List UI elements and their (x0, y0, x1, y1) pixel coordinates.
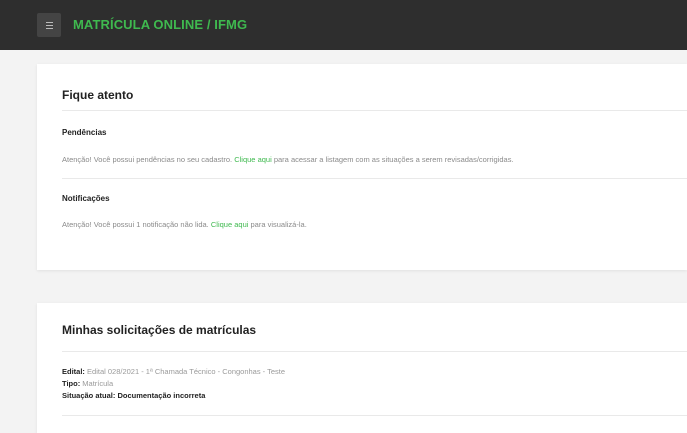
hamburger-menu-icon[interactable] (37, 13, 61, 37)
notificacoes-text: Atenção! Você possui 1 notificação não l… (62, 220, 209, 229)
tipo-row: Tipo: Matrícula (62, 379, 113, 388)
pendencias-text: Atenção! Você possui pendências no seu c… (62, 155, 233, 164)
requests-card-title: Minhas solicitações de matrículas (62, 323, 257, 337)
situacao-value: Documentação incorreta (117, 391, 206, 400)
notificacoes-link[interactable]: Clique aqui (211, 220, 249, 229)
notificacoes-text-after: para visualizá-la. (250, 220, 307, 229)
situacao-row: Situação atual: Documentação incorreta (62, 391, 205, 400)
pendencias-title: Pendências (62, 128, 107, 137)
pendencias-link[interactable]: Clique aqui (234, 155, 272, 164)
requests-card: Minhas solicitações de matrículas Edital… (37, 303, 687, 433)
divider (62, 351, 687, 352)
tipo-value: Matrícula (82, 379, 114, 388)
edital-value: Edital 028/2021 - 1ª Chamada Técnico - C… (87, 367, 286, 376)
top-navbar: MATRÍCULA ONLINE / IFMG (0, 0, 687, 50)
situacao-label: Situação atual: (62, 391, 116, 400)
tipo-label: Tipo: (62, 379, 81, 388)
pendencias-message: Atenção! Você possui pendências no seu c… (62, 155, 514, 164)
app-brand-title[interactable]: MATRÍCULA ONLINE / IFMG (73, 17, 247, 32)
edital-row: Edital: Edital 028/2021 - 1ª Chamada Téc… (62, 367, 285, 376)
divider (62, 178, 687, 179)
alerts-card: Fique atento Pendências Atenção! Você po… (37, 64, 687, 270)
alerts-card-title: Fique atento (62, 88, 134, 102)
notificacoes-message: Atenção! Você possui 1 notificação não l… (62, 220, 307, 229)
pendencias-text-after: para acessar a listagem com as situações… (273, 155, 514, 164)
notificacoes-title: Notificações (62, 194, 110, 203)
divider (62, 110, 687, 111)
divider (62, 415, 687, 416)
edital-label: Edital: (62, 367, 85, 376)
